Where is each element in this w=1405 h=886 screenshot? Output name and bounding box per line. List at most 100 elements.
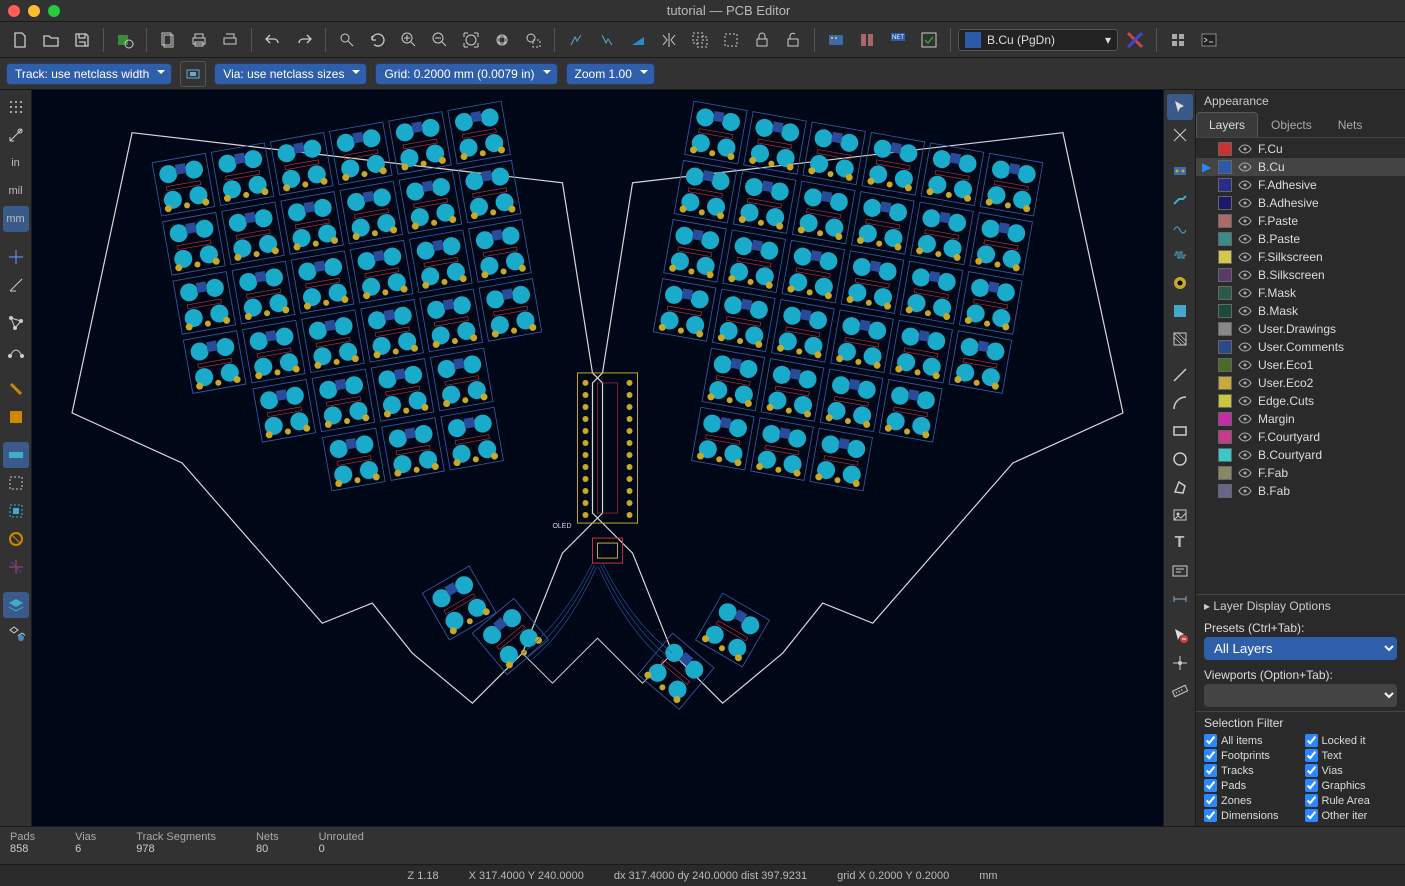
tune-length-icon[interactable] — [1167, 242, 1193, 268]
layer-color-swatch[interactable] — [1218, 232, 1232, 246]
layer-color-swatch[interactable] — [1218, 394, 1232, 408]
filter-checkbox[interactable] — [1204, 794, 1217, 807]
place-image-icon[interactable] — [1167, 502, 1193, 528]
select-tool-icon[interactable] — [1167, 94, 1193, 120]
viewports-dropdown[interactable] — [1204, 684, 1397, 707]
delete-icon[interactable] — [1167, 622, 1193, 648]
rotate-ccw-icon[interactable] — [562, 26, 590, 54]
layer-row-f-adhesive[interactable]: F.Adhesive — [1196, 176, 1405, 194]
inches-icon[interactable]: in — [3, 150, 29, 176]
filter-checkbox[interactable] — [1305, 749, 1318, 762]
eye-icon[interactable] — [1238, 304, 1252, 318]
eye-icon[interactable] — [1238, 178, 1252, 192]
place-textbox-icon[interactable] — [1167, 558, 1193, 584]
draw-poly-icon[interactable] — [1167, 474, 1193, 500]
layer-row-f-cu[interactable]: F.Cu — [1196, 140, 1405, 158]
route-track-icon[interactable] — [1167, 186, 1193, 212]
place-zone-icon[interactable] — [1167, 298, 1193, 324]
draw-arc-icon[interactable] — [1167, 390, 1193, 416]
eye-icon[interactable] — [1238, 484, 1252, 498]
layer-row-user-eco1[interactable]: User.Eco1 — [1196, 356, 1405, 374]
layer-color-swatch[interactable] — [1218, 250, 1232, 264]
mirror-h-icon[interactable] — [624, 26, 652, 54]
filter-checkbox[interactable] — [1204, 809, 1217, 822]
45deg-icon[interactable] — [3, 272, 29, 298]
layer-row-b-silkscreen[interactable]: B.Silkscreen — [1196, 266, 1405, 284]
filter-footprints[interactable]: Footprints — [1204, 749, 1297, 762]
layer-color-swatch[interactable] — [1218, 160, 1232, 174]
layer-selector[interactable]: B.Cu (PgDn) ▾ — [958, 29, 1118, 51]
filter-graphics[interactable]: Graphics — [1305, 779, 1398, 792]
print-icon[interactable] — [185, 26, 213, 54]
layer-row-f-paste[interactable]: F.Paste — [1196, 212, 1405, 230]
eye-icon[interactable] — [1238, 232, 1252, 246]
layer-color-swatch[interactable] — [1218, 466, 1232, 480]
eye-icon[interactable] — [1238, 196, 1252, 210]
minimize-button[interactable] — [28, 5, 40, 17]
layer-color-swatch[interactable] — [1218, 430, 1232, 444]
filter-checkbox[interactable] — [1204, 764, 1217, 777]
layer-row-user-eco2[interactable]: User.Eco2 — [1196, 374, 1405, 392]
filter-checkbox[interactable] — [1305, 809, 1318, 822]
place-text-icon[interactable]: T — [1167, 530, 1193, 556]
undo-icon[interactable] — [259, 26, 287, 54]
measure-icon[interactable] — [1167, 678, 1193, 704]
track-width-dropdown[interactable]: Track: use netclass width — [6, 63, 172, 85]
layer-row-user-drawings[interactable]: User.Drawings — [1196, 320, 1405, 338]
eye-icon[interactable] — [1238, 322, 1252, 336]
layer-row-b-cu[interactable]: ▶ B.Cu — [1196, 158, 1405, 176]
zoom-objects-icon[interactable] — [488, 26, 516, 54]
eye-icon[interactable] — [1238, 160, 1252, 174]
layer-row-edge-cuts[interactable]: Edge.Cuts — [1196, 392, 1405, 410]
eye-icon[interactable] — [1238, 142, 1252, 156]
route-diff-icon[interactable] — [1167, 214, 1193, 240]
close-button[interactable] — [8, 5, 20, 17]
layer-display-options[interactable]: ▸ Layer Display Options — [1196, 594, 1405, 617]
filter-checkbox[interactable] — [1305, 779, 1318, 792]
filter-dimensions[interactable]: Dimensions — [1204, 809, 1297, 822]
eye-icon[interactable] — [1238, 376, 1252, 390]
layer-row-b-fab[interactable]: B.Fab — [1196, 482, 1405, 500]
net-highlight-icon[interactable] — [3, 376, 29, 402]
rotate-cw-icon[interactable] — [593, 26, 621, 54]
filter-checkbox[interactable] — [1305, 794, 1318, 807]
zone-display-icon[interactable] — [3, 404, 29, 430]
layer-color-swatch[interactable] — [1218, 412, 1232, 426]
board-setup-icon[interactable] — [111, 26, 139, 54]
page-settings-icon[interactable] — [154, 26, 182, 54]
filter-checkbox[interactable] — [1305, 764, 1318, 777]
layer-color-swatch[interactable] — [1218, 268, 1232, 282]
polar-coords-icon[interactable] — [3, 122, 29, 148]
layer-row-b-adhesive[interactable]: B.Adhesive — [1196, 194, 1405, 212]
layer-row-f-courtyard[interactable]: F.Courtyard — [1196, 428, 1405, 446]
layer-color-swatch[interactable] — [1218, 286, 1232, 300]
layer-color-swatch[interactable] — [1218, 448, 1232, 462]
layer-pair-icon[interactable] — [1121, 26, 1149, 54]
mils-icon[interactable]: mil — [3, 178, 29, 204]
properties-icon[interactable] — [3, 620, 29, 646]
place-rule-area-icon[interactable] — [1167, 326, 1193, 352]
layer-row-margin[interactable]: Margin — [1196, 410, 1405, 428]
filter-vias[interactable]: Vias — [1305, 764, 1398, 777]
tab-objects[interactable]: Objects — [1258, 112, 1325, 137]
layer-color-swatch[interactable] — [1218, 142, 1232, 156]
place-via-icon[interactable] — [1167, 270, 1193, 296]
drc-icon[interactable] — [915, 26, 943, 54]
net-inspector-icon[interactable]: NET — [884, 26, 912, 54]
eye-icon[interactable] — [1238, 448, 1252, 462]
layer-color-swatch[interactable] — [1218, 304, 1232, 318]
zoom-selection-icon[interactable] — [519, 26, 547, 54]
draw-circle-icon[interactable] — [1167, 446, 1193, 472]
track-edit-button[interactable] — [180, 61, 206, 87]
contrast-icon[interactable] — [3, 554, 29, 580]
find-icon[interactable] — [333, 26, 361, 54]
save-icon[interactable] — [68, 26, 96, 54]
layer-row-f-mask[interactable]: F.Mask — [1196, 284, 1405, 302]
via-size-dropdown[interactable]: Via: use netclass sizes — [214, 63, 367, 85]
mirror-v-icon[interactable] — [655, 26, 683, 54]
layer-row-b-mask[interactable]: B.Mask — [1196, 302, 1405, 320]
eye-icon[interactable] — [1238, 394, 1252, 408]
layer-color-swatch[interactable] — [1218, 214, 1232, 228]
via-fill-icon[interactable] — [3, 470, 29, 496]
plugins-icon[interactable] — [1164, 26, 1192, 54]
